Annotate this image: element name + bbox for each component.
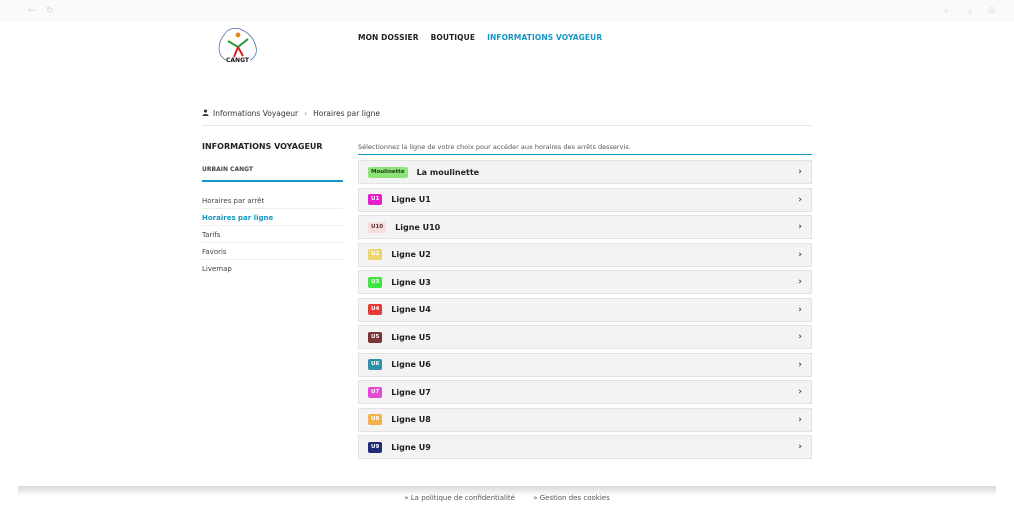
line-name: Ligne U3 bbox=[391, 277, 431, 287]
sidebar-divider bbox=[202, 180, 343, 182]
chevron-right-icon: › bbox=[798, 387, 802, 397]
user-icon bbox=[202, 109, 209, 118]
nav-mon-dossier[interactable]: MON DOSSIER bbox=[358, 33, 419, 42]
chevron-right-icon: › bbox=[798, 304, 802, 315]
chevron-right-icon: › bbox=[798, 222, 802, 232]
intro-text: Sélectionnez la ligne de votre choix pou… bbox=[358, 143, 812, 155]
sidebar-item-tarifs[interactable]: Tarifs bbox=[202, 226, 343, 243]
footer-cookies-link[interactable]: » Gestion des cookies bbox=[533, 494, 610, 502]
line-name: Ligne U8 bbox=[391, 415, 431, 424]
line-badge: U9 bbox=[368, 441, 383, 453]
line-list: Moulinette La moulinette › U1 Ligne U1 › U10 Li… bbox=[358, 160, 812, 463]
line-row[interactable]: U1 Ligne U1 › bbox=[358, 187, 812, 212]
nav-boutique[interactable]: BOUTIQUE bbox=[431, 33, 475, 42]
sidebar-item-favoris[interactable]: Favoris bbox=[202, 243, 343, 260]
line-badge: U3 bbox=[368, 276, 383, 288]
line-name: Ligne U6 bbox=[391, 360, 431, 369]
breadcrumb-separator: › bbox=[304, 109, 308, 118]
breadcrumb-home[interactable]: Informations Voyageur bbox=[213, 109, 298, 118]
line-row[interactable]: U6 Ligne U6 › bbox=[358, 352, 812, 377]
nav-informations-voyageur[interactable]: INFORMATIONS VOYAGEUR bbox=[487, 33, 602, 42]
line-badge: U5 bbox=[368, 331, 383, 343]
line-name: Ligne U9 bbox=[391, 442, 431, 452]
breadcrumb: Informations Voyageur › Horaires par lig… bbox=[202, 109, 812, 126]
sidebar-title: INFORMATIONS VOYAGEUR bbox=[202, 142, 323, 151]
line-row[interactable]: Moulinette La moulinette › bbox=[358, 160, 812, 184]
line-row[interactable]: U10 Ligne U10 › bbox=[358, 215, 812, 239]
sidebar-menu: Horaires par arrêt Horaires par ligne Ta… bbox=[202, 192, 343, 277]
breadcrumb-current: Horaires par ligne bbox=[313, 109, 381, 118]
chevron-right-icon: › bbox=[798, 277, 802, 287]
line-name: Ligne U4 bbox=[391, 305, 431, 314]
line-badge: U1 bbox=[368, 194, 383, 205]
download-icon[interactable]: ⤓ bbox=[968, 6, 972, 16]
chevron-right-icon: › bbox=[798, 194, 802, 205]
back-icon[interactable]: ← bbox=[28, 6, 36, 16]
top-navigation: MON DOSSIER BOUTIQUE INFORMATIONS VOYAGE… bbox=[358, 33, 602, 42]
chevron-right-icon: › bbox=[798, 442, 802, 452]
line-name: Ligne U5 bbox=[391, 332, 431, 342]
logo-text: CANGT bbox=[226, 57, 249, 64]
chevron-right-icon: › bbox=[798, 167, 802, 177]
line-row[interactable]: U2 Ligne U2 › bbox=[358, 242, 812, 267]
sidebar-item-horaires-par-ligne[interactable]: Horaires par ligne bbox=[202, 209, 343, 226]
line-badge: U6 bbox=[368, 359, 383, 370]
footer-privacy-link[interactable]: » La politique de confidentialité bbox=[404, 494, 515, 502]
sidebar-item-livemap[interactable]: Livemap bbox=[202, 260, 343, 277]
reload-icon[interactable]: ↻ bbox=[46, 6, 54, 16]
line-name: Ligne U10 bbox=[395, 222, 441, 232]
sidebar-item-horaires-par-arret[interactable]: Horaires par arrêt bbox=[202, 192, 343, 209]
line-row[interactable]: U4 Ligne U4 › bbox=[358, 297, 812, 322]
line-row[interactable]: U7 Ligne U7 › bbox=[358, 380, 812, 404]
page: CANGT MON DOSSIER BOUTIQUE INFORMATIONS … bbox=[18, 22, 996, 486]
sidebar-subtitle: URBAIN CANGT bbox=[202, 166, 254, 173]
chevron-right-icon: › bbox=[798, 414, 802, 425]
line-row[interactable]: U5 Ligne U5 › bbox=[358, 325, 812, 349]
line-name: La moulinette bbox=[416, 167, 480, 177]
line-name: Ligne U2 bbox=[391, 250, 431, 259]
line-row[interactable]: U3 Ligne U3 › bbox=[358, 270, 812, 294]
chevron-right-icon: › bbox=[798, 249, 802, 260]
browser-toolbar: ← ↻ ⌕ ⤓ ◎ bbox=[0, 0, 1014, 22]
site-logo[interactable]: CANGT bbox=[214, 25, 262, 69]
line-badge: Moulinette bbox=[368, 166, 408, 178]
line-badge: U10 bbox=[368, 221, 387, 233]
line-badge: U2 bbox=[368, 249, 383, 260]
line-row[interactable]: U9 Ligne U9 › bbox=[358, 435, 812, 459]
line-badge: U8 bbox=[368, 414, 383, 425]
profile-icon[interactable]: ◎ bbox=[988, 6, 996, 16]
line-name: Ligne U7 bbox=[391, 387, 431, 397]
zoom-icon[interactable]: ⌕ bbox=[944, 6, 949, 16]
line-row[interactable]: U8 Ligne U8 › bbox=[358, 407, 812, 432]
line-badge: U4 bbox=[368, 304, 383, 315]
footer: » La politique de confidentialité » Gest… bbox=[0, 494, 1014, 502]
chevron-right-icon: › bbox=[798, 332, 802, 342]
chevron-right-icon: › bbox=[798, 359, 802, 370]
line-badge: U7 bbox=[368, 386, 383, 398]
line-name: Ligne U1 bbox=[391, 195, 431, 204]
